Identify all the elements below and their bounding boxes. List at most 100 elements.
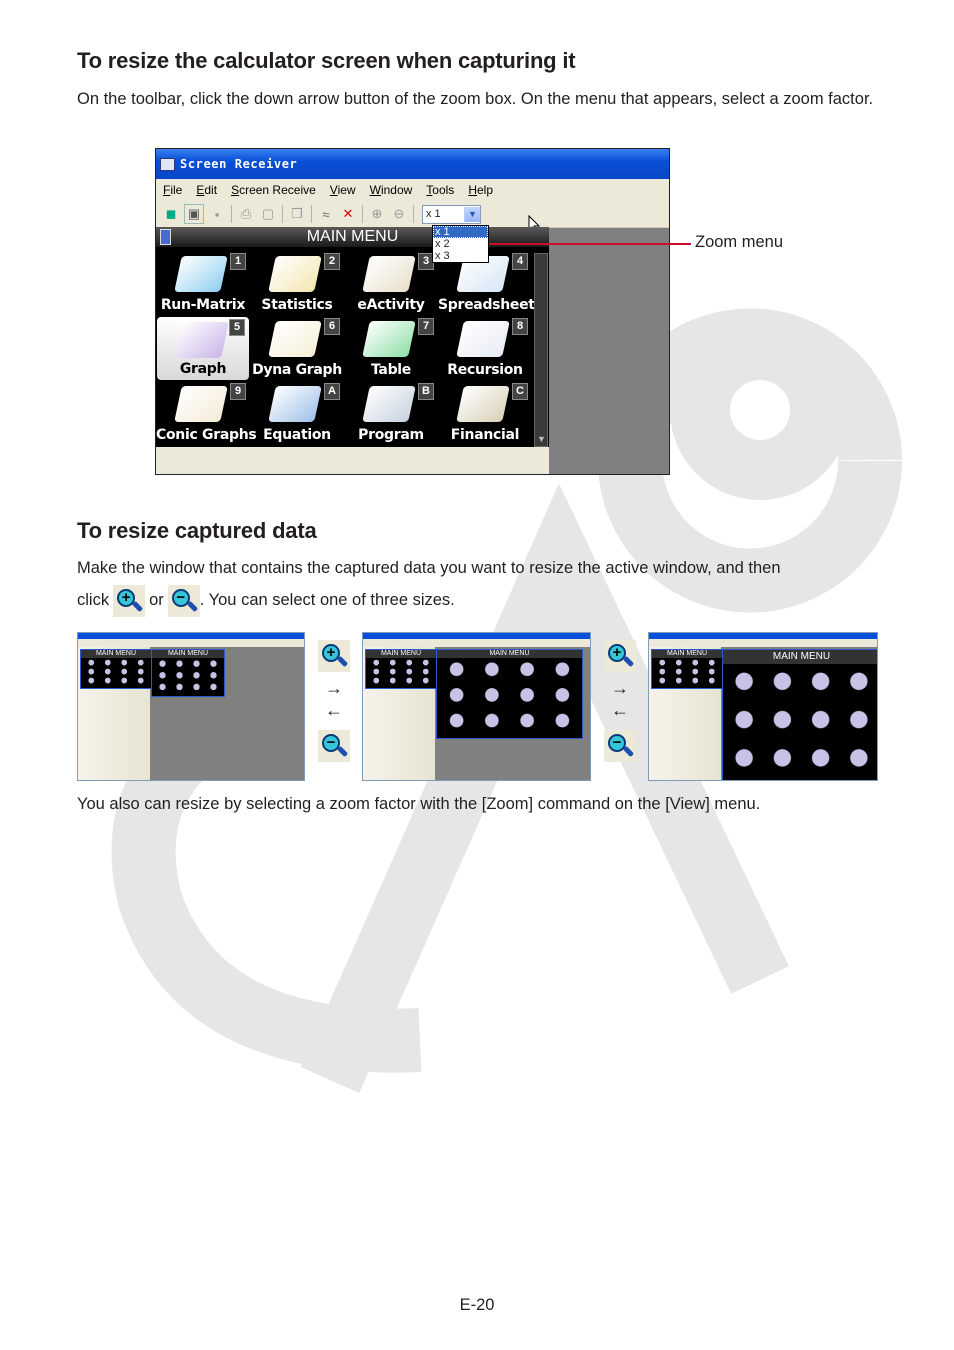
print-icon[interactable]: ⎙ xyxy=(237,205,255,223)
menu-item-program[interactable]: B Program xyxy=(344,381,438,446)
calculator-scrollbar[interactable]: ▼ xyxy=(534,253,548,447)
capture-icon[interactable]: ◼ xyxy=(162,205,180,223)
page-number: E-20 xyxy=(459,1296,495,1314)
unlink-icon[interactable]: ✕ xyxy=(339,205,357,223)
link-icon[interactable]: ≈ xyxy=(317,205,335,223)
zoom-in-icon: + xyxy=(604,640,636,672)
menu-edit[interactable]: Edit xyxy=(196,183,217,197)
menu-tools[interactable]: Tools xyxy=(426,183,454,197)
menu-item-number: 8 xyxy=(512,318,528,335)
section2-body: Make the window that contains the captur… xyxy=(77,559,781,577)
zoom-option-x3[interactable]: x 3 xyxy=(433,250,488,262)
table-icon xyxy=(362,321,416,357)
section1-body: On the toolbar, click the down arrow but… xyxy=(77,90,874,108)
conic-graphs-icon xyxy=(174,386,228,422)
battery-icon xyxy=(160,229,171,245)
menu-item-financial[interactable]: C Financial xyxy=(438,381,532,446)
menu-item-label: Statistics xyxy=(261,297,333,313)
menu-item-label: Equation xyxy=(263,427,331,443)
graph-icon xyxy=(175,322,229,358)
zoom-in-icon: + xyxy=(113,584,146,617)
callout-line xyxy=(478,243,691,245)
menu-item-run-matrix[interactable]: 1 Run-Matrix xyxy=(156,251,250,316)
financial-icon xyxy=(456,386,510,422)
menu-item-label: Program xyxy=(358,427,424,443)
menu-item-graph[interactable]: 5 Graph xyxy=(157,317,249,380)
equation-icon xyxy=(268,386,322,422)
zoom-option-x1[interactable]: x 1 xyxy=(433,226,488,238)
menu-item-dyna-graph[interactable]: 6 Dyna Graph xyxy=(250,316,344,381)
zoom-out-icon: − xyxy=(318,730,350,762)
chevron-down-icon[interactable]: ▼ xyxy=(464,206,480,222)
zoom-in-icon: + xyxy=(318,640,350,672)
menu-help[interactable]: Help xyxy=(468,183,493,197)
menu-item-recursion[interactable]: 8 Recursion xyxy=(438,316,532,381)
zoom-out-icon[interactable]: ⊖ xyxy=(390,205,408,223)
eactivity-icon xyxy=(362,256,416,292)
menu-item-label: Run-Matrix xyxy=(160,297,246,313)
menu-item-number: 7 xyxy=(418,318,434,335)
run-matrix-icon xyxy=(174,256,228,292)
zoom-box[interactable]: x 1 ▼ xyxy=(422,204,481,224)
window-titlebar: Screen Receiver xyxy=(156,149,669,179)
toolbar: ◼ ▣ ▪ ⎙ ▢ ❐ ≈ ✕ ⊕ ⊖ x 1 ▼ xyxy=(156,201,669,228)
menu-item-number: 4 xyxy=(512,253,528,270)
zoom-dropdown-menu: x 1 x 2 x 3 xyxy=(432,225,489,263)
thumbnail-zoom-x2: MAIN MENU MAIN MENU xyxy=(362,632,591,781)
menu-item-eactivity[interactable]: 3 eActivity xyxy=(344,251,438,316)
menu-item-number: C xyxy=(512,383,528,400)
menu-item-conic-graphs[interactable]: 9 Conic Graphs xyxy=(156,381,257,446)
menu-item-number: 9 xyxy=(230,383,246,400)
arrow-left: ← xyxy=(611,700,629,720)
arrow-right: → xyxy=(611,678,629,698)
zoom-option-x2[interactable]: x 2 xyxy=(433,238,488,250)
menu-item-label: Conic Graphs xyxy=(156,427,257,443)
menu-item-number: 6 xyxy=(324,318,340,335)
menu-item-label: Table xyxy=(370,362,411,378)
statistics-icon xyxy=(268,256,322,292)
window-title: Screen Receiver xyxy=(180,157,298,171)
arrow-left: ← xyxy=(325,700,343,720)
menu-item-statistics[interactable]: 2 Statistics xyxy=(250,251,344,316)
scroll-down-icon[interactable]: ▼ xyxy=(537,434,546,444)
copy-icon[interactable]: ❐ xyxy=(288,205,306,223)
menu-item-label: Recursion xyxy=(447,362,523,378)
recursion-icon xyxy=(456,321,510,357)
menu-screen-receive[interactable]: Screen Receive xyxy=(231,183,316,197)
menu-view[interactable]: View xyxy=(330,183,356,197)
save-icon[interactable]: ▪ xyxy=(208,205,226,223)
menu-item-label: Financial xyxy=(450,427,520,443)
zoom-out-icon: − xyxy=(167,584,200,617)
print-preview-icon[interactable]: ▢ xyxy=(259,205,277,223)
thumbnail-zoom-x3: MAIN MENU MAIN MENU xyxy=(648,632,878,781)
section1-heading: To resize the calculator screen when cap… xyxy=(77,48,576,73)
main-menu-grid: 1 Run-Matrix 2 Statistics 3 eActivity 4 Spreads… xyxy=(156,251,535,446)
section2-footnote: You also can resize by selecting a zoom … xyxy=(77,795,761,813)
section2-heading: To resize captured data xyxy=(77,518,317,543)
program-icon xyxy=(362,386,416,422)
callout-zoom-menu-label: Zoom menu xyxy=(695,233,784,251)
menu-item-equation[interactable]: A Equation xyxy=(250,381,344,446)
zoom-box-value: x 1 xyxy=(426,208,441,220)
section2-body-line2: click + or −. You can select one of three s… xyxy=(77,584,877,617)
menu-item-number: 1 xyxy=(230,253,246,270)
app-icon xyxy=(160,157,175,171)
menu-bar: File Edit Screen Receive View Window Too… xyxy=(156,179,669,201)
calculator-screen: MAIN MENU 1 Run-Matrix 2 Statistics 3 eActivi… xyxy=(156,227,549,447)
screen-receiver-window: Screen Receiver File Edit Screen Receive… xyxy=(155,148,670,475)
menu-item-label: eActivity xyxy=(357,297,425,313)
menu-window[interactable]: Window xyxy=(370,183,413,197)
menu-item-number: 5 xyxy=(229,319,245,336)
menu-item-label: Dyna Graph xyxy=(252,362,342,378)
new-window-icon[interactable]: ▣ xyxy=(184,204,204,224)
dyna-graph-icon xyxy=(268,321,322,357)
window-status-area xyxy=(156,447,549,474)
zoom-out-icon: − xyxy=(604,730,636,762)
menu-item-number: A xyxy=(324,383,340,400)
menu-item-table[interactable]: 7 Table xyxy=(344,316,438,381)
menu-item-number: B xyxy=(418,383,434,400)
menu-file[interactable]: File xyxy=(163,183,182,197)
menu-item-number: 2 xyxy=(324,253,340,270)
zoom-in-icon[interactable]: ⊕ xyxy=(368,205,386,223)
thumbnail-zoom-x1: MAIN MENU MAIN MENU xyxy=(77,632,305,781)
